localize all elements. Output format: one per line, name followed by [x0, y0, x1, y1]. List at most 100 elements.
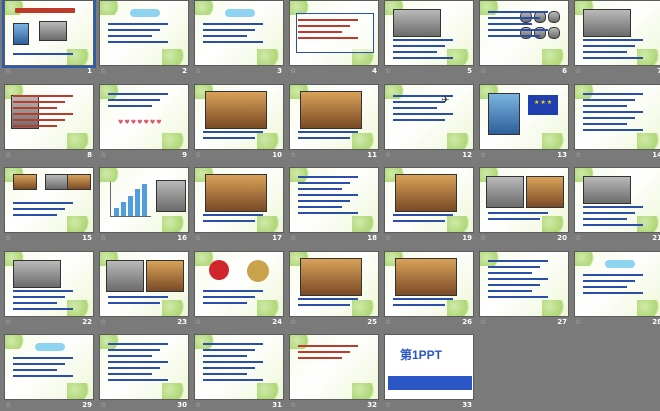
slide-thumbnail-33[interactable]: 第1PPT ☆ 33: [382, 334, 476, 411]
slide-preview[interactable]: [574, 167, 660, 233]
text-line: [203, 367, 255, 369]
text-line: [108, 93, 168, 95]
text-line: [13, 208, 65, 210]
slide-thumbnail-23[interactable]: ☆ 23: [97, 251, 191, 328]
text-line: [298, 19, 358, 21]
slide-preview[interactable]: [574, 0, 660, 66]
slide-preview[interactable]: [289, 0, 379, 66]
slide-image: [395, 174, 457, 212]
slide-preview[interactable]: [289, 167, 379, 233]
slide-thumbnail-13[interactable]: ☆ 13: [477, 84, 571, 161]
slide-preview[interactable]: [194, 84, 284, 150]
slide-thumbnail-5[interactable]: ☆ 5: [382, 0, 476, 77]
slide-thumbnail-2[interactable]: ☆ 2: [97, 0, 191, 77]
slide-preview[interactable]: [479, 251, 569, 317]
slide-preview[interactable]: [99, 334, 189, 400]
slide-preview[interactable]: [4, 84, 94, 150]
leaf-decoration: [162, 300, 188, 316]
slide-thumbnail-26[interactable]: ☆ 26: [382, 251, 476, 328]
text-line: [108, 361, 168, 363]
slide-preview[interactable]: [4, 167, 94, 233]
slide-thumbnail-28[interactable]: ☆ 28: [572, 251, 660, 328]
leaf-decoration: [100, 335, 122, 349]
slide-thumbnail-18[interactable]: ☆ 18: [287, 167, 381, 244]
slide-preview[interactable]: [479, 167, 569, 233]
slide-thumbnail-14[interactable]: ☆ 14: [572, 84, 660, 161]
slide-thumbnail-25[interactable]: ☆ 25: [287, 251, 381, 328]
text-line: [488, 290, 532, 292]
slide-thumbnail-21[interactable]: ☆ 21: [572, 167, 660, 244]
slide-image: [13, 260, 61, 288]
leaf-decoration: [100, 168, 122, 182]
slide-thumbnail-6[interactable]: ☆ 6: [477, 0, 571, 77]
leaf-decoration: [162, 49, 188, 65]
slide-preview[interactable]: [194, 0, 284, 66]
slide-thumbnail-7[interactable]: ☆ 7: [572, 0, 660, 77]
text-line: [583, 111, 643, 113]
slide-preview[interactable]: ✈: [384, 84, 474, 150]
gold-medal: [247, 260, 269, 282]
slide-preview[interactable]: [479, 84, 569, 150]
slide-thumbnail-27[interactable]: ☆ 27: [477, 251, 571, 328]
slide-thumbnail-22[interactable]: ☆ 22: [2, 251, 96, 328]
slide-preview[interactable]: [289, 84, 379, 150]
text-line: [203, 23, 263, 25]
slide-thumbnail-12[interactable]: ✈ ☆ 12: [382, 84, 476, 161]
slide-preview[interactable]: [99, 0, 189, 66]
text-line: [203, 214, 263, 216]
ppt-logo: 第1PPT: [388, 338, 472, 398]
leaf-decoration: [162, 216, 188, 232]
slide-preview[interactable]: [4, 334, 94, 400]
slide-image: [395, 258, 457, 296]
slide-preview[interactable]: [4, 251, 94, 317]
slide-preview[interactable]: [99, 251, 189, 317]
slide-thumbnail-16[interactable]: ☆ 16: [97, 167, 191, 244]
slide-thumbnail-4[interactable]: ☆ 4: [287, 0, 381, 77]
slide-thumbnail-9[interactable]: ♥♥♥♥♥♥♥ ☆ 9: [97, 84, 191, 161]
slide-preview[interactable]: [479, 0, 569, 66]
slide-thumbnail-20[interactable]: ☆ 20: [477, 167, 571, 244]
slide-preview[interactable]: [384, 251, 474, 317]
slide-star-icon: ☆: [480, 318, 487, 326]
slide-thumbnail-30[interactable]: ☆ 30: [97, 334, 191, 411]
slide-preview[interactable]: [2, 0, 96, 68]
slide-preview[interactable]: ♥♥♥♥♥♥♥: [99, 84, 189, 150]
slide-preview[interactable]: [289, 334, 379, 400]
text-line: [108, 367, 160, 369]
slide-number: 9: [182, 151, 187, 159]
leaf-decoration: [257, 300, 283, 316]
slide-thumbnail-10[interactable]: ☆ 10: [192, 84, 286, 161]
slide-preview[interactable]: [194, 167, 284, 233]
slide-number: 18: [367, 234, 377, 242]
slide-thumbnail-8[interactable]: ☆ 8: [2, 84, 96, 161]
slide-preview[interactable]: 第1PPT: [384, 334, 474, 400]
slide-thumbnail-29[interactable]: ☆ 29: [2, 334, 96, 411]
slide-preview[interactable]: [384, 0, 474, 66]
text-line: [108, 41, 168, 43]
slide-preview[interactable]: [194, 334, 284, 400]
slide-thumbnail-1[interactable]: ☆ 1: [2, 0, 96, 77]
slide-thumbnail-11[interactable]: ☆ 11: [287, 84, 381, 161]
slide-thumbnail-17[interactable]: ☆ 17: [192, 167, 286, 244]
slide-star-icon: ☆: [195, 318, 202, 326]
slide-thumbnail-32[interactable]: ☆ 32: [287, 334, 381, 411]
slide-preview[interactable]: [99, 167, 189, 233]
slide-preview[interactable]: [194, 251, 284, 317]
slide-preview[interactable]: [289, 251, 379, 317]
slide-number: 16: [177, 234, 187, 242]
text-line: [298, 131, 358, 133]
slide-preview[interactable]: [574, 84, 660, 150]
leaf-decoration: [447, 133, 473, 149]
slide-image: [300, 258, 362, 296]
slide-thumbnail-24[interactable]: ☆ 24: [192, 251, 286, 328]
slide-thumbnail-31[interactable]: ☆ 31: [192, 334, 286, 411]
text-line: [13, 53, 73, 55]
slide-thumbnail-19[interactable]: ☆ 19: [382, 167, 476, 244]
slide-preview[interactable]: [574, 251, 660, 317]
slide-preview[interactable]: [384, 167, 474, 233]
slide-thumbnail-3[interactable]: ☆ 3: [192, 0, 286, 77]
leaf-decoration: [447, 216, 473, 232]
slide-thumbnail-15[interactable]: ☆ 15: [2, 167, 96, 244]
text-line: [583, 93, 643, 95]
slide-image: [393, 9, 441, 37]
